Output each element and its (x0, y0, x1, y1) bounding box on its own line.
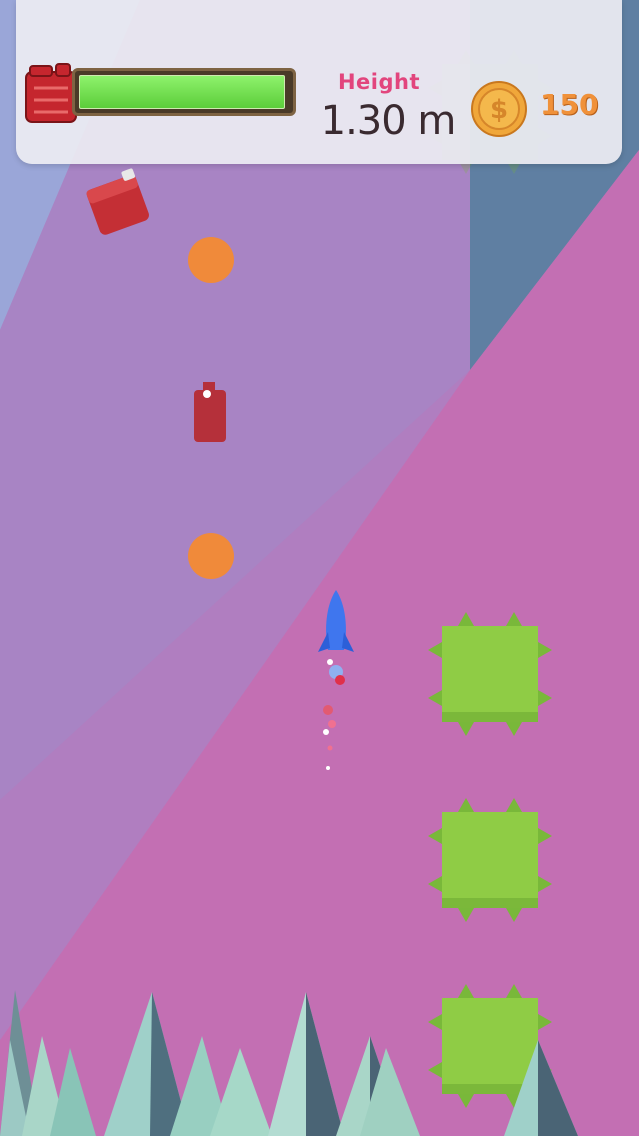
fuel-bar (72, 68, 296, 116)
coin-pickup (188, 533, 234, 579)
spike-block (428, 612, 552, 736)
dollar-coin-icon: $ (471, 81, 527, 137)
fuel-can-pickup (194, 382, 226, 442)
height-value: 1.30 m (320, 98, 457, 144)
spike-block (428, 798, 552, 922)
fuel-bar-fill (79, 75, 285, 109)
hud-panel: Height 1.30 m $ 150 (16, 0, 622, 164)
coin-count: 150 (540, 88, 599, 121)
svg-text:$: $ (490, 95, 508, 125)
height-label: Height (337, 70, 421, 94)
game-scene[interactable] (0, 0, 639, 1136)
coin-pickup (188, 237, 234, 283)
